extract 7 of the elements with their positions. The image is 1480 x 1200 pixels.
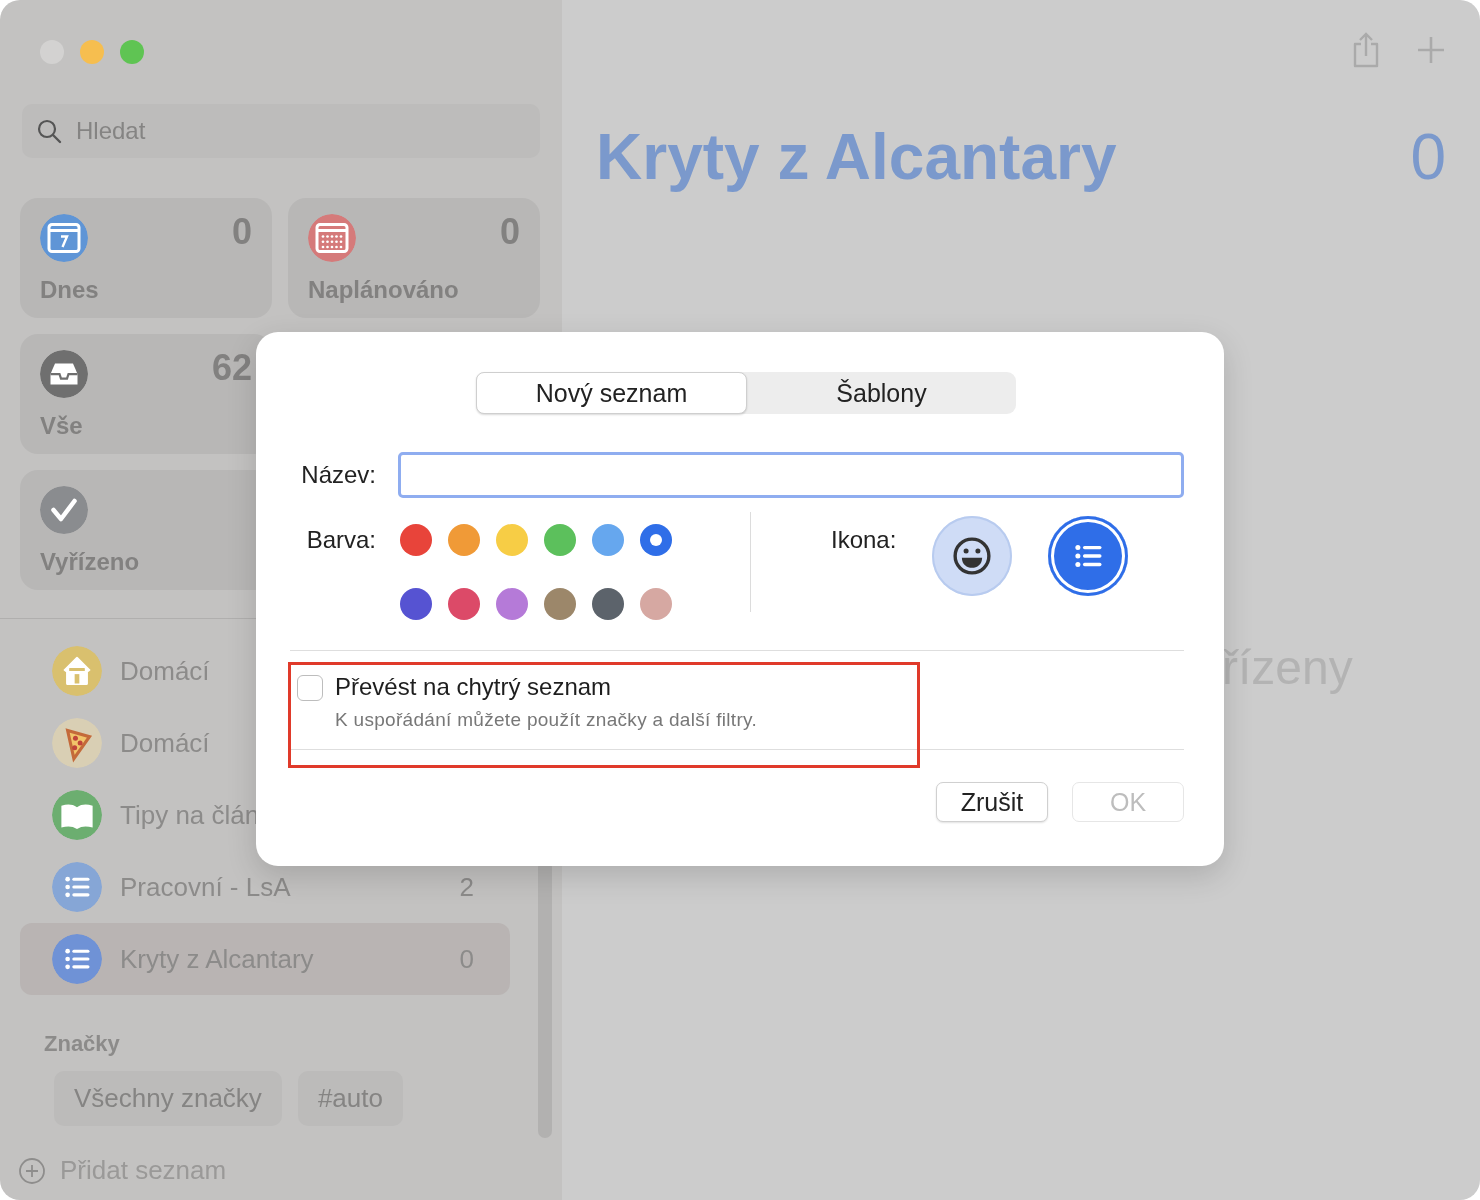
checkbox-label: Převést na chytrý seznam [335, 673, 613, 701]
hint-text: K uspořádání můžete použít značky a další filtry. [335, 709, 757, 731]
name-label: Název: [300, 461, 376, 489]
icon-label: Ikona: [831, 526, 897, 554]
list-title: Kryty z Alcantary [596, 120, 1117, 194]
color-label: Barva: [305, 526, 376, 554]
list-count: 0 [1410, 120, 1446, 194]
